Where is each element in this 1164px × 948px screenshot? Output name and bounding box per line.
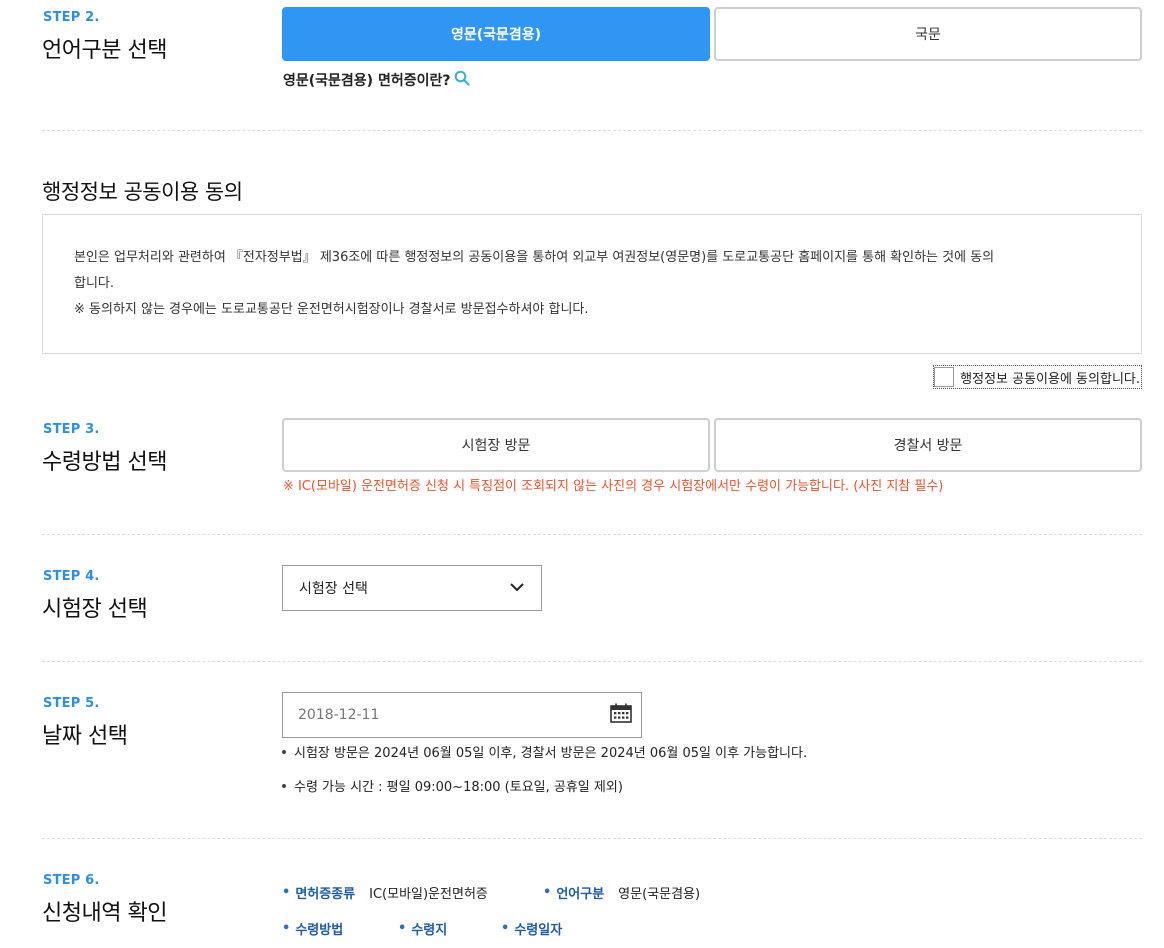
- summary-key: 수령지: [411, 923, 448, 938]
- step4-label: STEP 4.: [43, 569, 100, 584]
- summary-value: 영문(국문겸용): [618, 887, 701, 902]
- consent-heading: 행정정보 공동이용 동의: [42, 180, 243, 204]
- divider: [42, 534, 1142, 535]
- exam-site-select-value: 시험장 선택: [299, 581, 368, 597]
- bullet: [282, 783, 286, 788]
- language-english-button[interactable]: 영문(국문겸용): [282, 7, 710, 61]
- summary-license-type: • 면허증종류 IC(모바일)운전면허증: [282, 883, 488, 902]
- search-icon[interactable]: [454, 70, 471, 90]
- bullet: •: [398, 921, 407, 936]
- summary-receive-method: • 수령방법: [282, 919, 357, 938]
- step6-title: 신청내역 확인: [42, 901, 167, 926]
- consent-text-line1: 본인은 업무처리와 관련하여 『전자정부법』 제36조에 따른 행정정보의 공동…: [74, 250, 995, 265]
- divider: [42, 838, 1142, 839]
- divider: [42, 130, 1142, 131]
- summary-receive-date: • 수령일자: [501, 919, 576, 938]
- date-note-hours-text: 수령 가능 시간 : 평일 09:00~18:00 (토요일, 공휴일 제외): [294, 780, 623, 795]
- bullet: •: [501, 921, 510, 936]
- date-input-placeholder: 2018-12-11: [298, 707, 380, 723]
- summary-receive-place: • 수령지: [398, 919, 461, 938]
- consent-text-line2: 합니다.: [74, 276, 115, 291]
- divider: [42, 661, 1142, 662]
- consent-text-box: 본인은 업무처리와 관련하여 『전자정부법』 제36조에 따른 행정정보의 공동…: [42, 214, 1142, 354]
- step5-title: 날짜 선택: [42, 724, 128, 749]
- step5-label: STEP 5.: [43, 696, 100, 711]
- step2-label: STEP 2.: [43, 10, 100, 25]
- step6-label: STEP 6.: [43, 873, 100, 888]
- bullet: •: [282, 885, 291, 900]
- receive-exam-site-button[interactable]: 시험장 방문: [282, 418, 710, 472]
- consent-agree-label[interactable]: 행정정보 공동이용에 동의합니다.: [960, 368, 1140, 387]
- date-input[interactable]: 2018-12-11: [282, 692, 642, 738]
- summary-key: 면허증종류: [295, 887, 356, 902]
- step3-title: 수령방법 선택: [42, 450, 167, 475]
- date-note-hours: 수령 가능 시간 : 평일 09:00~18:00 (토요일, 공휴일 제외): [282, 776, 623, 795]
- summary-language: • 언어구분 영문(국문겸용): [543, 883, 700, 902]
- calendar-icon[interactable]: [610, 703, 632, 727]
- summary-key: 수령방법: [295, 923, 344, 938]
- step4-title: 시험장 선택: [42, 597, 148, 622]
- bullet: [282, 749, 286, 754]
- bullet: •: [543, 885, 552, 900]
- receive-police-station-button[interactable]: 경찰서 방문: [714, 418, 1142, 472]
- chevron-down-icon: [509, 580, 525, 596]
- date-note-availability: 시험장 방문은 2024년 06월 05일 이후, 경찰서 방문은 2024년 …: [282, 742, 807, 761]
- receive-warning: ※ IC(모바일) 운전면허증 신청 시 특징점이 조회되지 않는 사진의 경우…: [283, 479, 944, 494]
- exam-site-select[interactable]: 시험장 선택: [282, 565, 542, 611]
- date-note-availability-text: 시험장 방문은 2024년 06월 05일 이후, 경찰서 방문은 2024년 …: [294, 746, 808, 761]
- summary-key: 수령일자: [514, 923, 563, 938]
- summary-value: IC(모바일)운전면허증: [369, 887, 488, 902]
- step3-label: STEP 3.: [43, 422, 100, 437]
- consent-agree-option[interactable]: 행정정보 공동이용에 동의합니다.: [933, 365, 1142, 389]
- english-license-question: 영문(국문겸용) 면허증이란?: [283, 73, 451, 89]
- english-license-info-link[interactable]: 영문(국문겸용) 면허증이란?: [283, 70, 471, 90]
- consent-notice: ※ 동의하지 않는 경우에는 도로교통공단 운전면허시험장이나 경찰서로 방문접…: [74, 302, 589, 317]
- language-korean-button[interactable]: 국문: [714, 7, 1142, 61]
- summary-key: 언어구분: [556, 887, 605, 902]
- bullet: •: [282, 921, 291, 936]
- step2-title: 언어구분 선택: [42, 38, 167, 63]
- consent-checkbox[interactable]: [934, 367, 955, 387]
